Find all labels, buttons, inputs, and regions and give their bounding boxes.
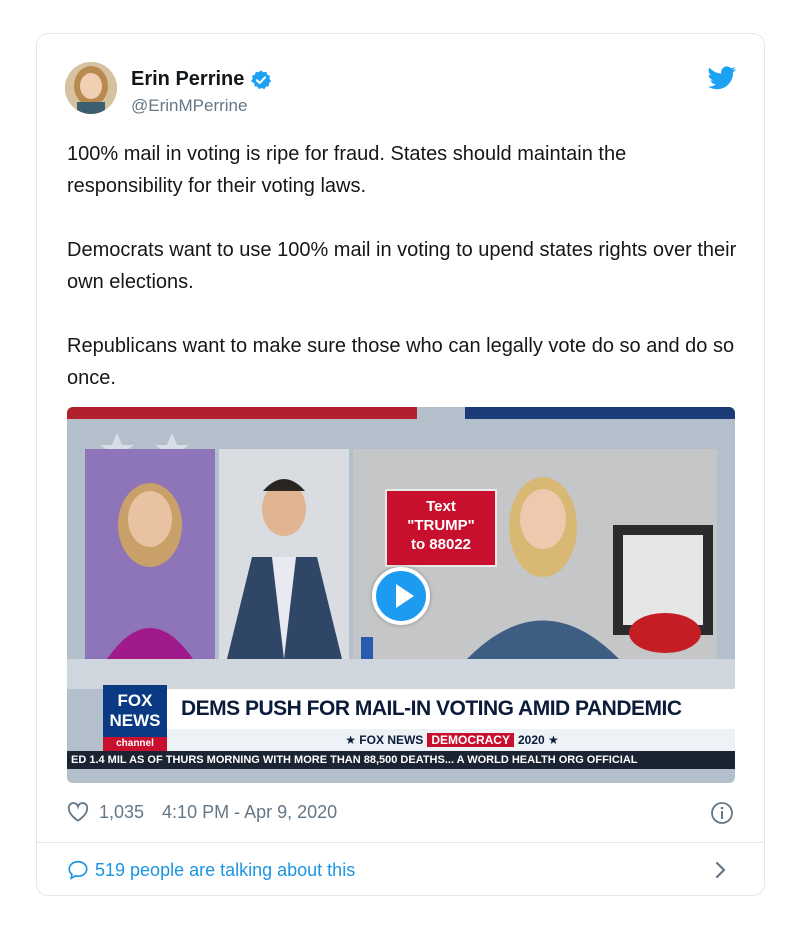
logo-channel: channel xyxy=(103,737,167,751)
subbar-tag: DEMOCRACY xyxy=(427,733,514,747)
chyron: DEMS PUSH FOR MAIL-IN VOTING AMID PANDEM… xyxy=(167,689,735,729)
fox-news-logo: FOX NEWS channel xyxy=(103,685,167,751)
twitter-bird-icon[interactable] xyxy=(708,66,736,90)
sign-line: to 88022 xyxy=(410,536,472,553)
avatar[interactable] xyxy=(65,62,117,114)
chyron-subbar: ★ FOX NEWS DEMOCRACY 2020 ★ xyxy=(167,729,735,751)
video-thumbnail[interactable]: Text "TRUMP" to 88022 FOX NEWS channel D… xyxy=(67,407,735,783)
chyron-headline: DEMS PUSH FOR MAIL-IN VOTING AMID PANDEM… xyxy=(181,697,682,720)
logo-line: FOX xyxy=(117,691,153,710)
conversation-link[interactable]: 519 people are talking about this xyxy=(67,857,355,883)
tweet-paragraph: 100% mail in voting is ripe for fraud. S… xyxy=(67,143,627,197)
author-handle[interactable]: @ErinMPerrine xyxy=(131,96,247,116)
timestamp[interactable]: 4:10 PM - Apr 9, 2020 xyxy=(162,802,337,823)
sign-line: Text xyxy=(426,498,456,515)
sign-line: "TRUMP" xyxy=(407,517,475,534)
speech-bubble-icon xyxy=(68,860,88,880)
conversation-text[interactable]: 519 people are talking about this xyxy=(95,860,355,881)
verified-icon xyxy=(251,69,272,89)
author-name[interactable]: Erin Perrine xyxy=(131,68,244,91)
tweet-header: Erin Perrine @ErinMPerrine xyxy=(65,62,736,120)
tweet-card: Erin Perrine @ErinMPerrine 100% mail in … xyxy=(36,33,765,896)
chevron-right-icon[interactable] xyxy=(714,860,728,880)
info-icon[interactable] xyxy=(710,801,734,825)
news-ticker: ED 1.4 MIL AS OF THURS MORNING WITH MORE… xyxy=(67,751,735,769)
heart-icon[interactable] xyxy=(67,802,89,822)
logo-line: NEWS xyxy=(109,711,161,730)
like-count[interactable]: 1,035 xyxy=(99,802,144,823)
tweet-paragraph: Republicans want to make sure those who … xyxy=(67,335,735,389)
name-row[interactable]: Erin Perrine xyxy=(131,68,272,91)
subbar-brand: ★ FOX NEWS xyxy=(345,733,424,747)
play-icon[interactable] xyxy=(372,567,430,625)
tweet-meta: 1,035 4:10 PM - Apr 9, 2020 xyxy=(67,798,337,826)
divider xyxy=(37,842,764,843)
subbar-year: 2020 ★ xyxy=(517,733,559,747)
trump-sign: Text "TRUMP" to 88022 xyxy=(385,489,497,567)
tweet-paragraph: Democrats want to use 100% mail in votin… xyxy=(67,239,737,293)
tweet-text: 100% mail in voting is ripe for fraud. S… xyxy=(67,138,737,426)
